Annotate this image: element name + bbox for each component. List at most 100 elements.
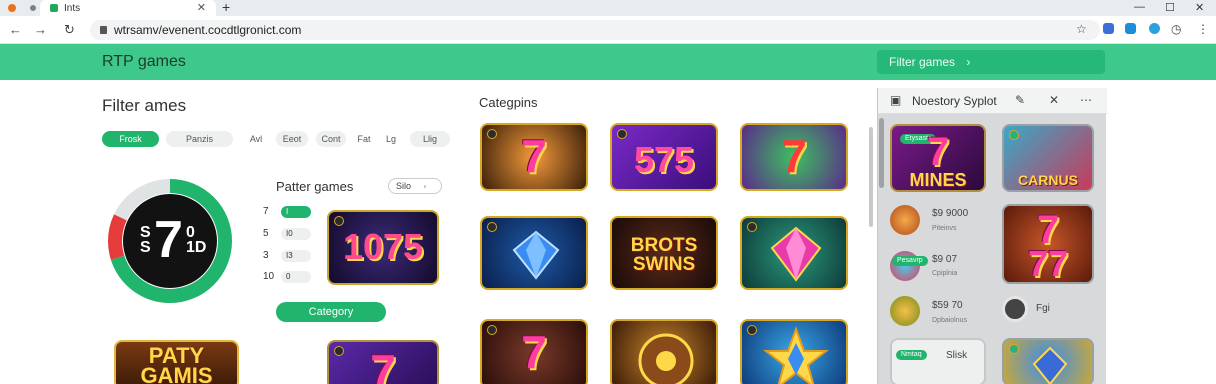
- extension-icon[interactable]: [1149, 23, 1160, 34]
- game-tile[interactable]: [740, 216, 848, 290]
- party-games-label: PATY GAMIS: [116, 345, 237, 384]
- party-games-tile[interactable]: PATY GAMIS: [114, 340, 239, 384]
- maximize-icon[interactable]: ☐: [1165, 1, 1175, 14]
- game-tile[interactable]: [610, 319, 718, 384]
- history-avatar: [890, 205, 920, 235]
- panel-scrollbar-thumb[interactable]: [879, 118, 884, 188]
- filter-chip[interactable]: Lg: [381, 131, 401, 147]
- game-tile[interactable]: 7: [327, 340, 439, 384]
- history-subtext: Dpbaiolnus: [932, 317, 968, 324]
- browser-favicon-icon[interactable]: [8, 4, 16, 12]
- sort-toggle-icon: ◦: [423, 182, 427, 191]
- browser-tab-bar: Ints ✕ + — ☐ ✕: [0, 0, 1216, 16]
- panel-more-icon[interactable]: ⋯: [1080, 93, 1092, 107]
- filter-chip[interactable]: Fat: [352, 131, 376, 147]
- filter-chip[interactable]: Cont: [316, 131, 346, 147]
- tab-title: Ints: [64, 2, 81, 14]
- featured-game-tile[interactable]: 1075: [327, 210, 439, 285]
- filter-chip[interactable]: Eeot: [276, 131, 308, 147]
- rtp-row[interactable]: 10 0: [263, 271, 313, 283]
- donut-left-line2: S: [140, 239, 151, 256]
- party-games-line2: GAMIS: [140, 363, 213, 384]
- rtp-row-bar: I0: [281, 228, 311, 240]
- coin-icon: [617, 129, 627, 139]
- history-panel: ▣ Noestory Syplot ✎ ✕ ⋯ Etysasts 7 MINES…: [877, 88, 1107, 384]
- history-tile-badge: Nmtaq: [896, 350, 927, 360]
- seven-symbol-icon: 7: [926, 130, 950, 174]
- rtp-row[interactable]: 5 I0: [263, 228, 313, 240]
- extension-icon[interactable]: [1103, 23, 1114, 34]
- rtp-row[interactable]: 3 I3: [263, 250, 313, 262]
- rtp-row-number: 10: [263, 271, 275, 282]
- coin-icon: [1009, 130, 1019, 140]
- minimize-icon[interactable]: —: [1134, 1, 1145, 13]
- game-tile[interactable]: 575: [610, 123, 718, 191]
- history-badge: Pesavrp: [892, 256, 928, 266]
- game-tile[interactable]: 7: [740, 123, 848, 191]
- panel-scrollbar[interactable]: [879, 118, 885, 380]
- page-title: RTP games: [102, 53, 186, 70]
- history-tile[interactable]: [1002, 338, 1094, 384]
- game-tile[interactable]: [740, 319, 848, 384]
- history-tile[interactable]: Nmtaq Slisk: [890, 338, 986, 384]
- history-panel-header: ▣ Noestory Syplot ✎ ✕ ⋯: [878, 88, 1107, 114]
- panel-list-icon[interactable]: ▣: [890, 93, 901, 107]
- game-tile-label: 7: [781, 130, 807, 182]
- history-price: $9 07: [932, 254, 958, 265]
- filter-heading: Filter ames: [102, 96, 187, 115]
- url-field[interactable]: wtrsamv/evenent.cocdtlgronict.com: [90, 20, 1100, 40]
- rtp-row[interactable]: 7 I: [263, 206, 313, 218]
- game-tile[interactable]: [480, 216, 588, 290]
- seven-symbol-icon: 7: [370, 345, 396, 384]
- page-scrollbar[interactable]: [869, 127, 873, 227]
- close-window-icon[interactable]: ✕: [1195, 1, 1204, 14]
- account-icon[interactable]: ◷: [1171, 22, 1181, 36]
- panel-close-icon[interactable]: ✕: [1049, 93, 1059, 107]
- game-tile[interactable]: 7: [480, 123, 588, 191]
- filter-chip[interactable]: Llig: [410, 131, 450, 147]
- history-tile[interactable]: Etysasts 7 MINES: [890, 124, 986, 192]
- filter-chip[interactable]: Avl: [243, 131, 269, 147]
- coin-icon: [487, 222, 497, 232]
- filter-games-label: Filter games: [889, 55, 956, 69]
- new-tab-icon[interactable]: +: [222, 0, 230, 15]
- user-avatar: [1002, 296, 1028, 322]
- sort-select[interactable]: Silo ◦: [388, 178, 442, 194]
- history-tile[interactable]: CARNUS: [1002, 124, 1094, 192]
- panel-edit-icon[interactable]: ✎: [1015, 93, 1025, 107]
- shield-icon[interactable]: [1125, 23, 1136, 34]
- filter-games-button[interactable]: Filter games ›: [877, 50, 1105, 74]
- url-text: wtrsamv/evenent.cocdtlgronict.com: [114, 23, 302, 37]
- history-side-label: Fgi: [1036, 303, 1050, 314]
- game-tile[interactable]: BROTS SWINS: [610, 216, 718, 290]
- history-price: $9 9000: [932, 208, 969, 219]
- game-tile[interactable]: 7: [480, 319, 588, 384]
- menu-dots-icon[interactable]: ⋮: [1197, 22, 1209, 36]
- back-icon[interactable]: ←: [9, 22, 22, 37]
- game-tile-label: 7: [521, 130, 547, 182]
- star-icon: [763, 326, 829, 384]
- history-tile[interactable]: 7 77: [1002, 204, 1094, 284]
- donut-left-text: S S: [140, 224, 151, 256]
- donut-left-line1: S: [140, 224, 151, 241]
- game-tile-label: BROTS SWINS: [630, 235, 698, 275]
- rtp-row-bar: I: [281, 206, 311, 218]
- category-button[interactable]: Category: [276, 302, 386, 322]
- tab-dot-icon[interactable]: [30, 5, 36, 11]
- gem-icon: [770, 226, 822, 282]
- browser-tab[interactable]: Ints ✕: [40, 0, 216, 16]
- close-tab-icon[interactable]: ✕: [197, 1, 206, 14]
- filter-chip[interactable]: Frosk: [102, 131, 159, 147]
- rtp-row-number: 3: [263, 250, 269, 261]
- history-panel-title: Noestory Syplot: [912, 94, 997, 108]
- rtp-row-bar: I3: [281, 250, 311, 262]
- categories-heading: Categpins: [479, 95, 538, 110]
- donut-right-text: 0 1D: [186, 224, 206, 256]
- bookmark-star-icon[interactable]: ☆: [1076, 22, 1087, 36]
- coin-icon: [747, 325, 757, 335]
- donut-right-line1: 0: [186, 224, 195, 241]
- reload-icon[interactable]: ↻: [64, 22, 75, 38]
- filter-chip[interactable]: Panzis: [166, 131, 233, 147]
- popular-games-heading: Patter games: [276, 179, 354, 194]
- forward-icon[interactable]: →: [34, 22, 47, 37]
